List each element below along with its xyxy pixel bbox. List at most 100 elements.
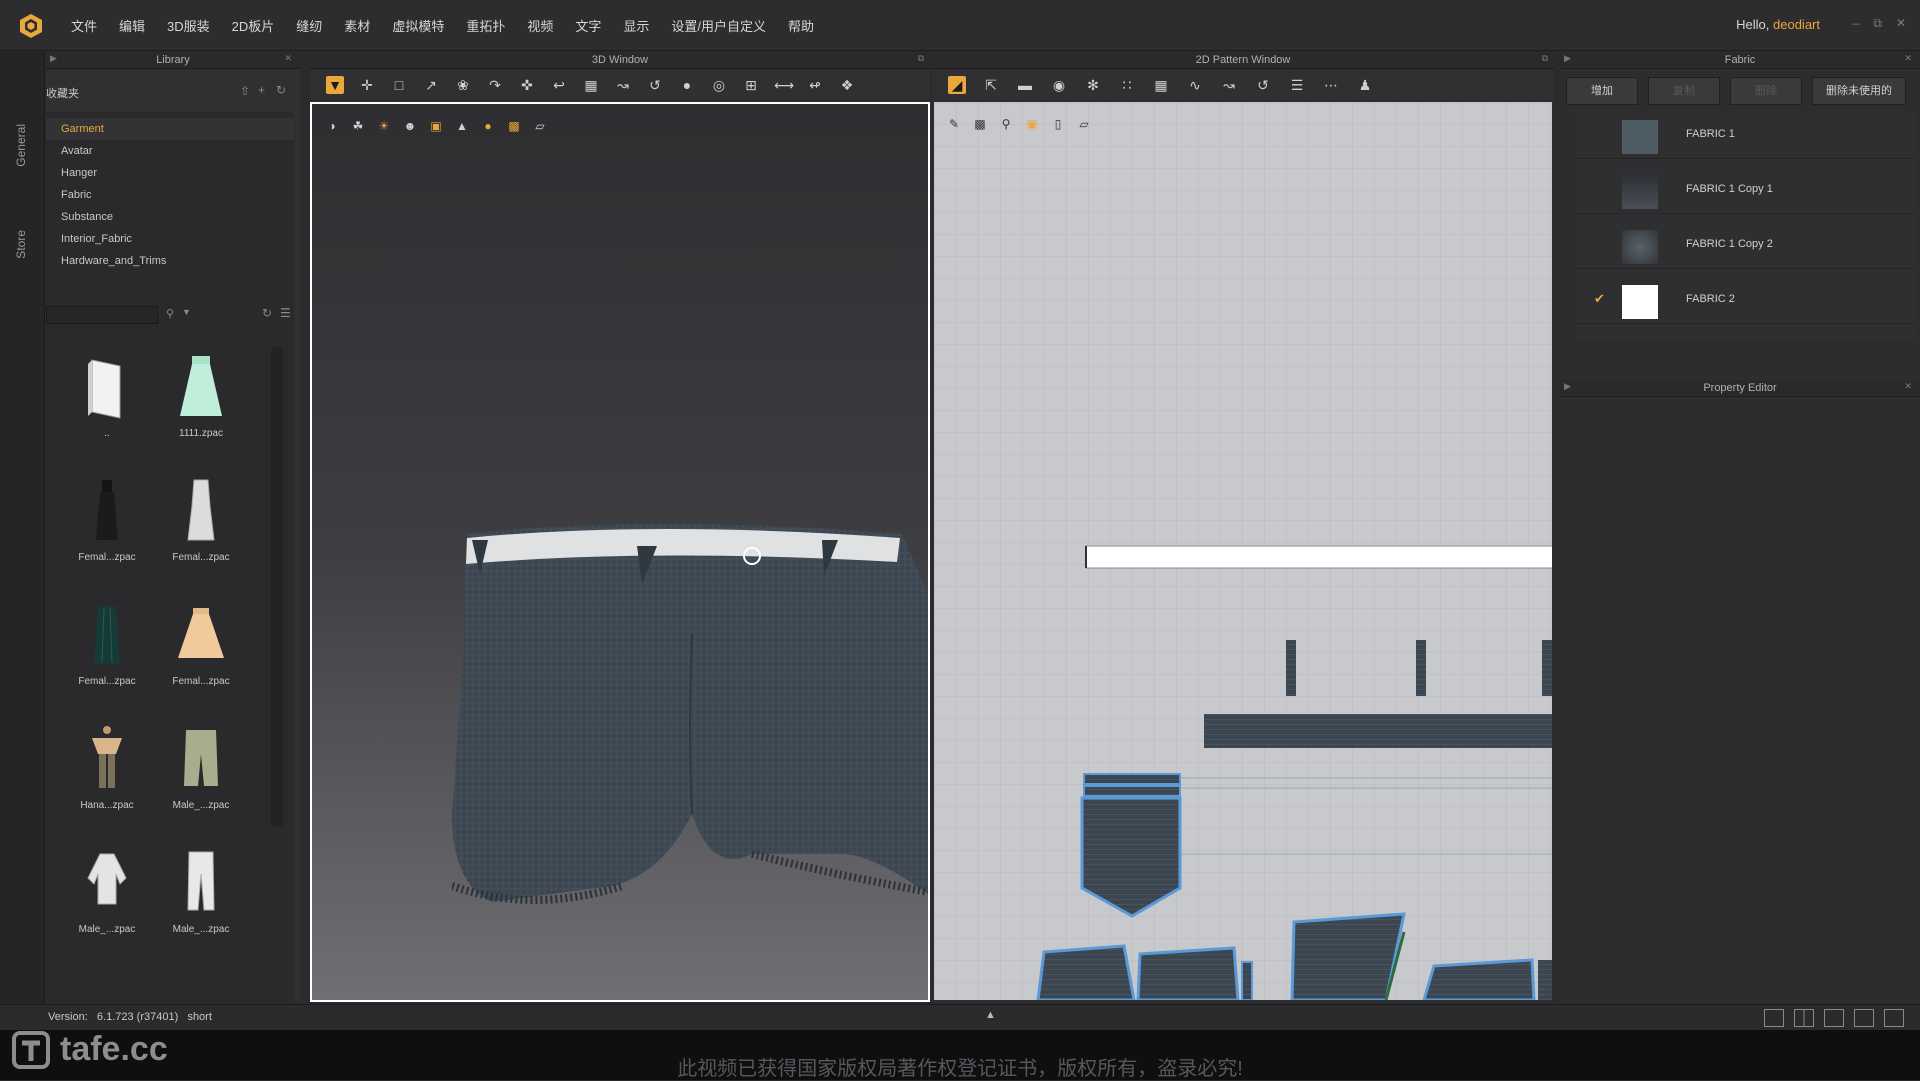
minimize-icon[interactable]: – — [1853, 16, 1860, 31]
select-mesh-icon[interactable]: □ — [390, 76, 408, 94]
panel-close-icon[interactable]: ✕ — [1904, 381, 1912, 392]
menu-file[interactable]: 文件 — [60, 16, 108, 35]
avatar-view-icon[interactable]: ☻ — [400, 116, 420, 136]
circle-icon[interactable]: ◉ — [1050, 76, 1068, 94]
menu-settings[interactable]: 设置/用户自定义 — [660, 16, 777, 35]
refresh-icon[interactable]: ↻ — [276, 83, 286, 97]
bars-icon[interactable]: ☰ — [1288, 76, 1306, 94]
seam-line-icon[interactable]: ↝ — [1220, 76, 1238, 94]
polygon-icon[interactable]: ▬ — [1016, 76, 1034, 94]
panel-pin-icon[interactable]: ▶ — [1564, 381, 1571, 392]
thumb-item[interactable]: Femal...zpac — [62, 600, 152, 687]
measure-icon[interactable]: ▦ — [582, 76, 600, 94]
select-move-icon[interactable]: ▼ — [326, 76, 344, 94]
panel-pin-icon[interactable]: ▶ — [50, 53, 57, 64]
add-icon[interactable]: + — [258, 83, 265, 97]
fold-icon[interactable]: ↩ — [550, 76, 568, 94]
layout-three-icon[interactable] — [1824, 1009, 1844, 1027]
tree-item-fabric[interactable]: Fabric — [46, 184, 294, 206]
stitch-icon[interactable]: ↺ — [646, 76, 664, 94]
menu-video[interactable]: 视频 — [516, 16, 564, 35]
transform-icon[interactable]: ✛ — [358, 76, 376, 94]
grid-icon[interactable]: ▦ — [1152, 76, 1170, 94]
fabric-item[interactable]: FABRIC 1 — [1576, 114, 1916, 159]
delete-unused-button[interactable]: 删除未使用的 — [1812, 77, 1906, 105]
seam-icon[interactable]: ↝ — [614, 76, 632, 94]
internal-point-icon[interactable]: ✻ — [1084, 76, 1102, 94]
ruler-icon[interactable]: ⟷ — [774, 76, 794, 94]
tree-item-garment[interactable]: Garment — [46, 118, 294, 140]
tab-general[interactable]: General — [14, 124, 28, 167]
upload-icon[interactable]: ⇧ — [240, 84, 250, 98]
3d-viewport[interactable]: ◑ ☘ ☀ ☻ ▣ ▲ ● ▩ ▱ — [310, 102, 930, 1002]
menu-display[interactable]: 显示 — [612, 16, 660, 35]
layout-custom-icon[interactable] — [1884, 1009, 1904, 1027]
undock-icon[interactable]: ⧉ — [1542, 53, 1548, 64]
panel-pin-icon[interactable]: ▶ — [1564, 53, 1571, 64]
thumb-item[interactable]: Male_...zpac — [156, 848, 246, 935]
menu-edit[interactable]: 编辑 — [108, 16, 156, 35]
tree-item-hanger[interactable]: Hanger — [46, 162, 294, 184]
undock-icon[interactable]: ⧉ — [918, 53, 924, 64]
panel-close-icon[interactable]: ✕ — [284, 53, 292, 64]
layout-grid-icon[interactable] — [1854, 1009, 1874, 1027]
delete-fabric-button[interactable]: 删除 — [1730, 77, 1802, 105]
fold-icon[interactable]: ∿ — [1186, 76, 1204, 94]
sun-icon[interactable]: ☀ — [374, 116, 394, 136]
fabric-item[interactable]: FABRIC 1 Copy 2 — [1576, 224, 1916, 269]
layout-split-icon[interactable] — [1794, 1009, 1814, 1027]
panel-close-icon[interactable]: ✕ — [1904, 53, 1912, 64]
chevron-down-icon[interactable]: ▼ — [182, 307, 191, 317]
thumb-item[interactable]: Male_...zpac — [156, 724, 246, 811]
avatar-pose-icon[interactable]: ❖ — [838, 76, 856, 94]
library-scrollbar[interactable] — [271, 347, 283, 827]
library-search-input[interactable] — [46, 306, 158, 324]
edit-pattern-icon[interactable]: ◢ — [948, 76, 966, 94]
floor-icon[interactable]: ▱ — [530, 116, 550, 136]
tab-store[interactable]: Store — [14, 230, 28, 259]
menu-help[interactable]: 帮助 — [777, 16, 825, 35]
fabric-item[interactable]: ✔ FABRIC 2 — [1576, 279, 1916, 324]
thumb-item[interactable]: 1111.zpac — [156, 352, 246, 439]
thumb-item[interactable]: Femal...zpac — [156, 600, 246, 687]
menu-2d-pattern[interactable]: 2D板片 — [221, 16, 286, 35]
dashed-line-icon[interactable]: ⋯ — [1322, 76, 1340, 94]
thumb-item[interactable]: Male_...zpac — [62, 848, 152, 935]
pattern-pieces[interactable] — [934, 102, 1552, 1000]
hanger-view-icon[interactable]: ▲ — [452, 116, 472, 136]
point-icon[interactable]: ● — [678, 76, 696, 94]
segment-sew-icon[interactable]: ↺ — [1254, 76, 1272, 94]
2d-viewport[interactable]: ✎ ▩ ⚲ ▣ ▯ ▱ — [934, 102, 1552, 1000]
thumb-item[interactable]: Femal...zpac — [156, 476, 246, 563]
add-fabric-button[interactable]: 增加 — [1566, 77, 1638, 105]
tree-item-interior-fabric[interactable]: Interior_Fabric — [46, 228, 294, 250]
app-logo-icon[interactable] — [18, 13, 44, 39]
rotate-icon[interactable]: ↷ — [486, 76, 504, 94]
fabric-item[interactable]: FABRIC 1 Copy 1 — [1576, 169, 1916, 214]
thumb-item[interactable]: Femal...zpac — [62, 476, 152, 563]
garment-view-icon[interactable]: ☘ — [348, 116, 368, 136]
layout-single-icon[interactable] — [1764, 1009, 1784, 1027]
restore-icon[interactable]: ⧉ — [1873, 16, 1882, 31]
dart-icon[interactable]: ∷ — [1118, 76, 1136, 94]
tape-icon[interactable]: ↫ — [806, 76, 824, 94]
thumb-item[interactable]: Hana...zpac — [62, 724, 152, 811]
garment-icon[interactable]: ❀ — [454, 76, 472, 94]
close-icon[interactable]: ✕ — [1896, 16, 1906, 31]
expand-up-icon[interactable]: ▲ — [985, 1009, 996, 1021]
zipper-icon[interactable]: ⊞ — [742, 76, 760, 94]
tree-item-avatar[interactable]: Avatar — [46, 140, 294, 162]
texture-view-icon[interactable]: ◑ — [322, 116, 342, 136]
globe-icon[interactable]: ▩ — [504, 116, 524, 136]
shirt-icon[interactable]: ♟ — [1356, 76, 1374, 94]
tree-item-substance[interactable]: Substance — [46, 206, 294, 228]
search-icon[interactable]: ⚲ — [166, 307, 174, 320]
skin-view-icon[interactable]: ● — [478, 116, 498, 136]
menu-sewing[interactable]: 缝纫 — [285, 16, 333, 35]
edit-point-icon[interactable]: ⇱ — [982, 76, 1000, 94]
button-tool-icon[interactable]: ◎ — [710, 76, 728, 94]
copy-fabric-button[interactable]: 复制 — [1648, 77, 1720, 105]
pin-icon[interactable]: ↗ — [422, 76, 440, 94]
menu-materials[interactable]: 素材 — [333, 16, 381, 35]
menu-text[interactable]: 文字 — [564, 16, 612, 35]
